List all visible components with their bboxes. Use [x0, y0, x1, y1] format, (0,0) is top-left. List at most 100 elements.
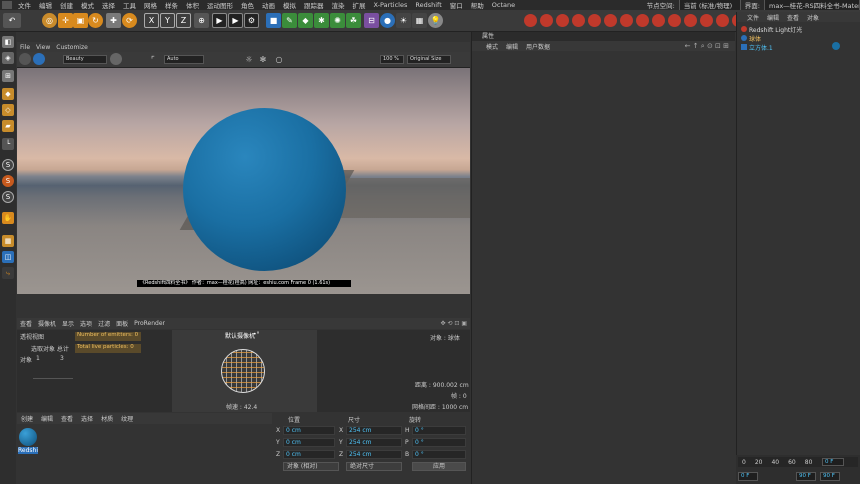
pv-menu-display[interactable]: 显示 — [59, 319, 77, 328]
viewport-nav-icons[interactable]: ✥ ⟲ ⊡ ▣ — [438, 320, 470, 327]
rs-icon-2[interactable] — [540, 14, 553, 27]
rs-icon-7[interactable] — [620, 14, 633, 27]
zoom-select[interactable]: 100 % — [380, 55, 404, 64]
mat-menu-material[interactable]: 材质 — [97, 414, 117, 423]
menu-octane[interactable]: Octane — [488, 1, 519, 9]
pos-z-field[interactable]: 0 cm — [283, 450, 335, 459]
apply-button[interactable]: 应用 — [412, 462, 466, 471]
menu-select[interactable]: 选择 — [98, 0, 119, 10]
menu-mesh[interactable]: 网格 — [140, 0, 161, 10]
rs-icon-11[interactable] — [684, 14, 697, 27]
size-mode-select[interactable]: 绝对尺寸 — [346, 462, 402, 471]
sun-icon[interactable]: ☼ — [243, 53, 255, 65]
menu-animate[interactable]: 动画 — [258, 0, 279, 10]
rs-icon-8[interactable] — [636, 14, 649, 27]
menu-simulate[interactable]: 模拟 — [279, 0, 300, 10]
pen-icon[interactable]: ✎ — [282, 13, 297, 28]
deformer-icon[interactable]: ✺ — [330, 13, 345, 28]
rv-menu-file[interactable]: File — [17, 44, 33, 51]
auto-select[interactable]: Auto — [164, 55, 204, 64]
menu-help[interactable]: 帮助 — [467, 0, 488, 10]
z-axis-toggle[interactable]: Z — [176, 13, 191, 28]
rs-icon-10[interactable] — [668, 14, 681, 27]
polygons-mode-icon[interactable]: ▰ — [2, 120, 14, 132]
pv-menu-filter[interactable]: 过滤 — [95, 319, 113, 328]
pv-menu-prorender[interactable]: ProRender — [131, 320, 168, 327]
perspective-viewport[interactable]: 透视视图 选取对象 总计 对象 1 3 Number of emitters: … — [17, 330, 470, 412]
mat-menu-view[interactable]: 查看 — [57, 414, 77, 423]
sphere-view-icon[interactable] — [110, 53, 122, 65]
world-coord-icon[interactable]: ⊕ — [194, 13, 209, 28]
start-frame-field[interactable]: 0 F — [738, 472, 758, 481]
attr-menu-mode[interactable]: 模式 — [472, 42, 502, 51]
size-x-field[interactable]: 254 cm — [346, 426, 402, 435]
attr-menu-userdata[interactable]: 用户数据 — [522, 42, 554, 51]
mat-menu-select[interactable]: 选择 — [77, 414, 97, 423]
menu-redshift[interactable]: Redshift — [411, 1, 445, 9]
menu-xparticles[interactable]: X-Particles — [370, 1, 412, 9]
pv-menu-view[interactable]: 查看 — [17, 319, 35, 328]
size-z-field[interactable]: 254 cm — [346, 450, 402, 459]
material-name[interactable]: Redshi — [18, 447, 38, 454]
light-icon[interactable]: ☀ — [396, 13, 411, 28]
scale-icon[interactable]: ▣ — [73, 13, 88, 28]
attr-nav-icons[interactable]: ← ↑ ⌕ ⊙ ⊡ ⊞ — [685, 42, 735, 51]
pv-menu-camera[interactable]: 摄像机 — [35, 319, 59, 328]
end-frame-field-2[interactable]: 90 F — [820, 472, 840, 481]
render-mode-select[interactable]: Beauty — [63, 55, 107, 64]
cube-icon[interactable]: ■ — [266, 13, 281, 28]
size-y-field[interactable]: 254 cm — [346, 438, 402, 447]
snap-s-icon-2[interactable]: S — [2, 175, 14, 187]
camera-icon[interactable]: ● — [380, 13, 395, 28]
y-axis-toggle[interactable]: Y — [160, 13, 175, 28]
current-frame-field[interactable]: 0 F — [822, 458, 844, 466]
render-picture-icon[interactable]: ▶ — [228, 13, 243, 28]
rs-icon-3[interactable] — [556, 14, 569, 27]
x-axis-toggle[interactable]: X — [144, 13, 159, 28]
snow-icon[interactable]: ✻ — [257, 53, 269, 65]
workplane-icon[interactable]: ✋ — [2, 212, 14, 224]
obj-menu-object[interactable]: 对象 — [803, 13, 823, 22]
layer-icon[interactable]: ◫ — [2, 251, 14, 263]
render-view-icon[interactable]: ▶ — [212, 13, 227, 28]
make-editable-icon[interactable]: ◧ — [2, 36, 14, 48]
render-icon[interactable] — [19, 53, 31, 65]
obj-menu-file[interactable]: 文件 — [737, 13, 763, 22]
menu-tools[interactable]: 工具 — [119, 0, 140, 10]
menu-volume[interactable]: 体积 — [182, 0, 203, 10]
menu-mograph[interactable]: 运动图形 — [203, 0, 237, 10]
pos-x-field[interactable]: 0 cm — [283, 426, 335, 435]
object-row-sphere[interactable]: 球体 — [741, 34, 761, 43]
attr-menu-edit[interactable]: 编辑 — [502, 42, 522, 51]
circle-icon[interactable]: ○ — [273, 53, 285, 65]
rs-icon-6[interactable] — [604, 14, 617, 27]
pv-menu-panel[interactable]: 面板 — [113, 319, 131, 328]
menu-edit[interactable]: 编辑 — [35, 0, 56, 10]
obj-menu-edit[interactable]: 编辑 — [763, 13, 783, 22]
live-select-icon[interactable]: ◎ — [42, 13, 57, 28]
solo-icon[interactable]: ⤷ — [2, 267, 14, 279]
grid-icon[interactable]: ▦ — [2, 235, 14, 247]
floor-icon[interactable]: ▦ — [412, 13, 427, 28]
rv-menu-view[interactable]: View — [33, 44, 53, 51]
mat-menu-edit[interactable]: 编辑 — [37, 414, 57, 423]
rs-icon-12[interactable] — [700, 14, 713, 27]
material-tag-icon[interactable] — [832, 42, 840, 50]
undo-icon[interactable]: ↶ — [3, 13, 21, 28]
coord-mode-select[interactable]: 对象 (相对) — [283, 462, 339, 471]
end-frame-field[interactable]: 90 F — [796, 472, 816, 481]
ipr-icon[interactable] — [33, 53, 45, 65]
menu-mode[interactable]: 模式 — [77, 0, 98, 10]
rot-p-field[interactable]: 0 ° — [412, 438, 466, 447]
light-bulb-icon[interactable]: 💡 — [428, 13, 443, 28]
crop-icon[interactable]: ⌜ — [147, 53, 159, 65]
menu-render[interactable]: 渲染 — [328, 0, 349, 10]
menu-tracker[interactable]: 跟踪器 — [300, 0, 328, 10]
menu-create[interactable]: 创建 — [56, 0, 77, 10]
scene-icon[interactable]: ⊟ — [364, 13, 379, 28]
points-mode-icon[interactable]: ◆ — [2, 88, 14, 100]
snap-s-icon-3[interactable]: S — [2, 191, 14, 203]
pos-y-field[interactable]: 0 cm — [283, 438, 335, 447]
rs-icon-9[interactable] — [652, 14, 665, 27]
rot-h-field[interactable]: 0 ° — [412, 426, 466, 435]
